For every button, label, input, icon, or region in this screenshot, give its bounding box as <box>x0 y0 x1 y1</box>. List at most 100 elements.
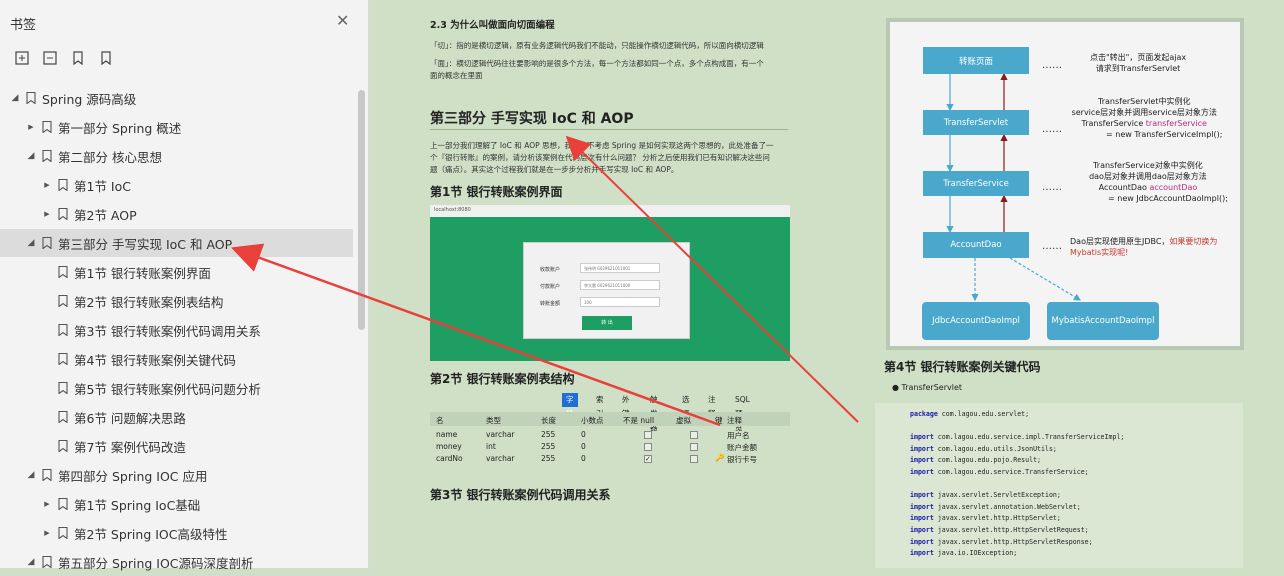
bookmark-icon <box>58 353 68 365</box>
sidebar-item[interactable]: ▶ 第2节 AOP <box>0 200 353 228</box>
bookmark-icon <box>58 527 68 539</box>
sidebar-item-label: 第1节 IoC <box>74 178 131 194</box>
arrow-to-mybatis <box>1009 257 1082 301</box>
part3-paragraph-1: 上一部分我们理解了 IoC 和 AOP 思想，我们先不考虑 Spring 是如何… <box>430 141 774 150</box>
note-3-line-2: dao层对象并调用dao层对象方法 <box>1089 172 1207 181</box>
db-tab: 触发器 <box>650 395 658 432</box>
form-input-amount: 100 <box>580 297 660 307</box>
db-tab: 外键 <box>622 395 630 418</box>
collapse-all-icon[interactable] <box>42 50 58 66</box>
bookmark-icon <box>58 411 68 423</box>
code-text: com.lagou.edu.servlet; <box>937 410 1030 418</box>
collapsed-arrow-icon[interactable]: ▶ <box>42 500 52 508</box>
code-text: com.lagou.edu.service.impl.TransferServi… <box>933 433 1125 442</box>
db-table: 名 类型 长度 小数点 不是 null 虚拟 键注释 name varchar 255 0 用户名 mo… <box>430 412 790 470</box>
code-block: package com.lagou.edu.servlet; import com… <box>875 403 1243 568</box>
sidebar-item[interactable]: ▶ 第2节 Spring IOC高级特性 <box>0 519 353 547</box>
sidebar-item[interactable]: ◢ 第三部分 手写实现 IoC 和 AOP <box>0 229 353 257</box>
checkbox <box>690 443 698 451</box>
bookmark-icon <box>42 556 52 568</box>
box-jdbc-dao-impl: JdbcAccountDaoImpl <box>922 302 1030 340</box>
db-tab: 索引 <box>596 395 604 418</box>
close-icon[interactable]: ✕ <box>336 13 349 29</box>
bookmark-icon <box>58 295 68 307</box>
expanded-arrow-icon[interactable]: ◢ <box>26 470 36 480</box>
bookmark-icon <box>58 266 68 278</box>
dots-2: …… <box>1042 124 1062 135</box>
code-text: javax.servlet.http.HttpServletRequest; <box>933 525 1089 534</box>
db-header-cell: 长度 <box>541 416 556 425</box>
form-label-payee: 收款账户 <box>540 267 561 273</box>
sidebar-item[interactable]: ▶ 第一部分 Spring 概述 <box>0 113 353 141</box>
db-header-cell: 类型 <box>486 416 501 425</box>
code-line: import com.lagou.edu.pojo.Result; <box>910 455 1243 467</box>
sidebar-item[interactable]: 第1节 银行转账案例界面 <box>0 258 353 286</box>
note-1-line-1: 点击"转出"，页面发起ajax <box>1090 53 1187 62</box>
note-2: TransferServlet中实例化 service层对象并调用service… <box>1066 96 1223 140</box>
bookmark-icon <box>58 498 68 510</box>
collapsed-arrow-icon[interactable]: ▶ <box>42 210 52 218</box>
bookmark-icon[interactable] <box>98 50 114 66</box>
db-comment-cell: 银行卡号 <box>727 455 757 464</box>
db-header-cell: 名 <box>436 416 444 425</box>
code-text: com.lagou.edu.pojo.Result; <box>933 456 1042 465</box>
sidebar-item[interactable]: 第5节 银行转账案例代码问题分析 <box>0 374 353 402</box>
bookmark-icon <box>58 179 68 191</box>
code-keyword: import <box>910 433 934 442</box>
sidebar-item-label: 第二部分 核心思想 <box>58 149 162 165</box>
db-comment-cell: 账户金额 <box>727 443 757 452</box>
code-line: import javax.servlet.annotation.WebServl… <box>910 502 1243 514</box>
transfer-form: 收款账户 张伟明 6029621011001 付款账户 李大雷 60296210… <box>523 242 690 339</box>
expand-all-icon[interactable] <box>14 50 30 66</box>
transfer-app-screenshot: localhost:8080 收款账户 张伟明 6029621011001 付款… <box>430 205 790 361</box>
sidebar-item-label: 第五部分 Spring IOC源码深度剖析 <box>58 555 254 571</box>
sidebar-item[interactable]: ▶ 第1节 IoC <box>0 171 353 199</box>
note-4-part-1: Dao层实现使用原生JDBC， <box>1070 237 1170 246</box>
note-4-line-2: Mybatis实现呢! <box>1070 248 1129 257</box>
code-keyword: import <box>910 491 934 500</box>
note-3-line-1: TransferService对象中实例化 <box>1093 161 1203 170</box>
code-keyword: import <box>910 502 934 511</box>
bookmark-icon <box>42 121 52 133</box>
db-cell: varchar <box>486 454 515 463</box>
sidebar-item[interactable]: ◢ 第四部分 Spring IOC 应用 <box>0 461 353 489</box>
browser-bar: localhost:8080 <box>430 205 790 217</box>
collapsed-arrow-icon[interactable]: ▶ <box>26 123 36 131</box>
sidebar-item[interactable]: ◢ Spring 源码高级 <box>0 84 353 112</box>
checkbox <box>644 443 652 451</box>
bookmark-icon <box>42 150 52 162</box>
code-line: import javax.servlet.ServletException; <box>910 490 1243 502</box>
db-cell: int <box>486 442 496 451</box>
db-header-cell: 小数点 <box>581 416 604 425</box>
add-bookmark-icon[interactable] <box>70 50 86 66</box>
dots-1: …… <box>1042 60 1062 71</box>
checkbox <box>690 455 698 463</box>
db-tab: SQL 预览 <box>735 395 750 432</box>
sidebar-item-label: 第3节 银行转账案例代码调用关系 <box>74 323 261 339</box>
expanded-arrow-icon[interactable]: ◢ <box>26 557 36 567</box>
note-1-line-2: 请求到TransferServlet <box>1095 64 1181 73</box>
sidebar-item[interactable]: ▶ 第1节 Spring IoC基础 <box>0 490 353 518</box>
expanded-arrow-icon[interactable]: ◢ <box>26 151 36 161</box>
sidebar-item[interactable]: 第3节 银行转账案例代码调用关系 <box>0 316 353 344</box>
sidebar-item[interactable]: 第7节 案例代码改造 <box>0 432 353 460</box>
sidebar-item[interactable]: 第4节 银行转账案例关键代码 <box>0 345 353 373</box>
sidebar-item[interactable]: ◢ 第五部分 Spring IOC源码深度剖析 <box>0 548 353 576</box>
expanded-arrow-icon[interactable]: ◢ <box>26 238 36 248</box>
db-comment-cell: 用户名 <box>727 431 750 440</box>
db-cell: money <box>436 442 462 451</box>
sidebar-item[interactable]: 第2节 银行转账案例表结构 <box>0 287 353 315</box>
sec23-paragraph-2a: 「面」：横切逻辑代码往往要影响的是很多个方法，每一个方法都如同一个点，多个点构成… <box>430 59 764 68</box>
sidebar-item[interactable]: ◢ 第二部分 核心思想 <box>0 142 353 170</box>
expanded-arrow-icon[interactable]: ◢ <box>10 93 20 103</box>
sec1-title: 第1节 银行转账案例界面 <box>430 185 563 199</box>
note-2-type: TransferService <box>1081 119 1146 128</box>
primary-key-icon: 🔑 <box>715 453 725 462</box>
sidebar-item-label: 第三部分 手写实现 IoC 和 AOP <box>58 236 233 252</box>
sidebar-scrollbar[interactable] <box>358 90 365 330</box>
collapsed-arrow-icon[interactable]: ▶ <box>42 181 52 189</box>
box-transfer-servlet: TransferServlet <box>923 110 1029 135</box>
collapsed-arrow-icon[interactable]: ▶ <box>42 529 52 537</box>
sidebar-item[interactable]: 第6节 问题解决思路 <box>0 403 353 431</box>
